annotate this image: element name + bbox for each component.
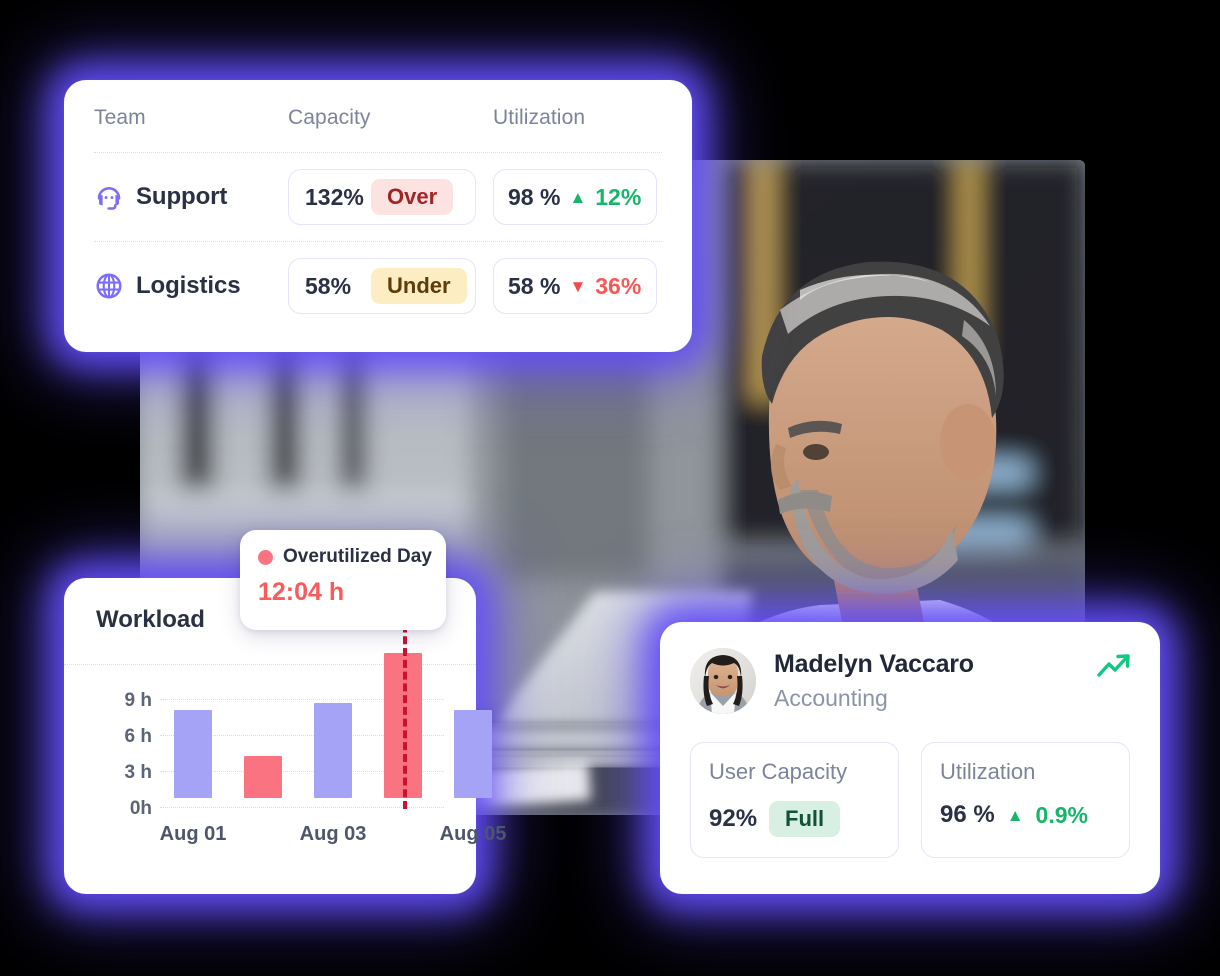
bar-aug-05[interactable] [454, 710, 492, 798]
capacity-value: 58% [305, 272, 352, 299]
y-axis: 9 h 6 h 3 h 0h [90, 664, 152, 894]
status-badge: Under [371, 268, 467, 304]
utilization-value: 98 % [508, 183, 561, 210]
capacity-value: 132% [305, 183, 364, 210]
trending-up-icon [1096, 650, 1132, 680]
stat-value: 92% [709, 805, 758, 832]
tooltip-label: Overutilized Day [283, 546, 432, 567]
user-profile-card: Madelyn Vaccaro Accounting User Capacity… [660, 622, 1160, 894]
trend-delta: 36% [595, 272, 642, 299]
user-department: Accounting [774, 685, 888, 711]
column-header-capacity: Capacity [288, 106, 371, 129]
utilization-cell: 98 % ▲ 12% [493, 169, 662, 225]
x-tick-label: Aug 03 [299, 823, 367, 845]
trend-down-icon: ▼ [569, 276, 587, 296]
bar-aug-03[interactable] [314, 703, 352, 798]
screenshot-stage: Team Capacity Utilization Support 132% O… [0, 0, 1220, 976]
stat-value: 96 % [940, 801, 995, 828]
stat-label: User Capacity [709, 759, 848, 784]
team-capacity-card: Team Capacity Utilization Support 132% O… [64, 80, 692, 352]
team-table-header: Team Capacity Utilization [94, 106, 662, 153]
utilization-value: 58 % [508, 272, 561, 299]
table-row[interactable]: Logistics 58% Under 58 % ▼ 36% [94, 242, 662, 330]
status-badge: Full [769, 801, 841, 837]
team-name: Support [136, 183, 228, 210]
utilization-pill[interactable]: 98 % ▲ 12% [493, 169, 657, 225]
team-name: Logistics [136, 272, 241, 299]
avatar [690, 648, 756, 714]
user-name: Madelyn Vaccaro [774, 650, 974, 678]
y-tick-label: 0h [129, 798, 152, 819]
workload-bar-chart: 9 h 6 h 3 h 0h Aug 01 Aug 03 Aug 05 [64, 601, 506, 894]
stat-label: Utilization [940, 759, 1036, 784]
x-tick-label: Aug 01 [159, 823, 227, 845]
trend-up-icon: ▲ [569, 187, 587, 207]
table-row[interactable]: Support 132% Over 98 % ▲ 12% [94, 153, 662, 242]
profile-stats: User Capacity 92% Full Utilization 96 % … [690, 742, 1130, 858]
capacity-cell: 58% Under [288, 258, 493, 314]
utilization-cell: 58 % ▼ 36% [493, 258, 662, 314]
stat-user-capacity[interactable]: User Capacity 92% Full [690, 742, 899, 858]
overutilized-marker-line [403, 601, 407, 809]
tooltip-header: Overutilized Day [258, 546, 432, 568]
column-header-team: Team [94, 106, 146, 129]
team-cell: Logistics [94, 271, 288, 301]
legend-dot-icon [258, 549, 273, 565]
headset-icon [94, 182, 124, 212]
capacity-pill[interactable]: 132% Over [288, 169, 476, 225]
globe-icon [94, 271, 124, 301]
page-title: Workload [96, 606, 205, 633]
y-tick-label: 9 h [124, 690, 152, 711]
capacity-pill[interactable]: 58% Under [288, 258, 476, 314]
profile-header: Madelyn Vaccaro Accounting [690, 648, 1130, 714]
bar-aug-02[interactable] [244, 756, 282, 798]
trend-delta: 12% [595, 183, 642, 210]
column-header-utilization: Utilization [493, 106, 586, 129]
bars-container: Aug 01 Aug 03 Aug 05 [159, 601, 506, 894]
y-tick-label: 3 h [124, 762, 152, 783]
bar-aug-01[interactable] [174, 710, 212, 798]
utilization-pill[interactable]: 58 % ▼ 36% [493, 258, 657, 314]
trend-up-icon: ▲ [1006, 805, 1024, 825]
team-cell: Support [94, 182, 288, 212]
status-badge: Over [371, 179, 454, 215]
x-tick-label: Aug 05 [439, 823, 507, 845]
stat-utilization[interactable]: Utilization 96 % ▲ 0.9% [921, 742, 1130, 858]
trend-delta: 0.9% [1035, 801, 1088, 828]
capacity-cell: 132% Over [288, 169, 493, 225]
tooltip-value: 12:04 h [258, 578, 345, 606]
chart-tooltip: Overutilized Day 12:04 h [240, 530, 446, 630]
y-tick-label: 6 h [124, 726, 152, 747]
